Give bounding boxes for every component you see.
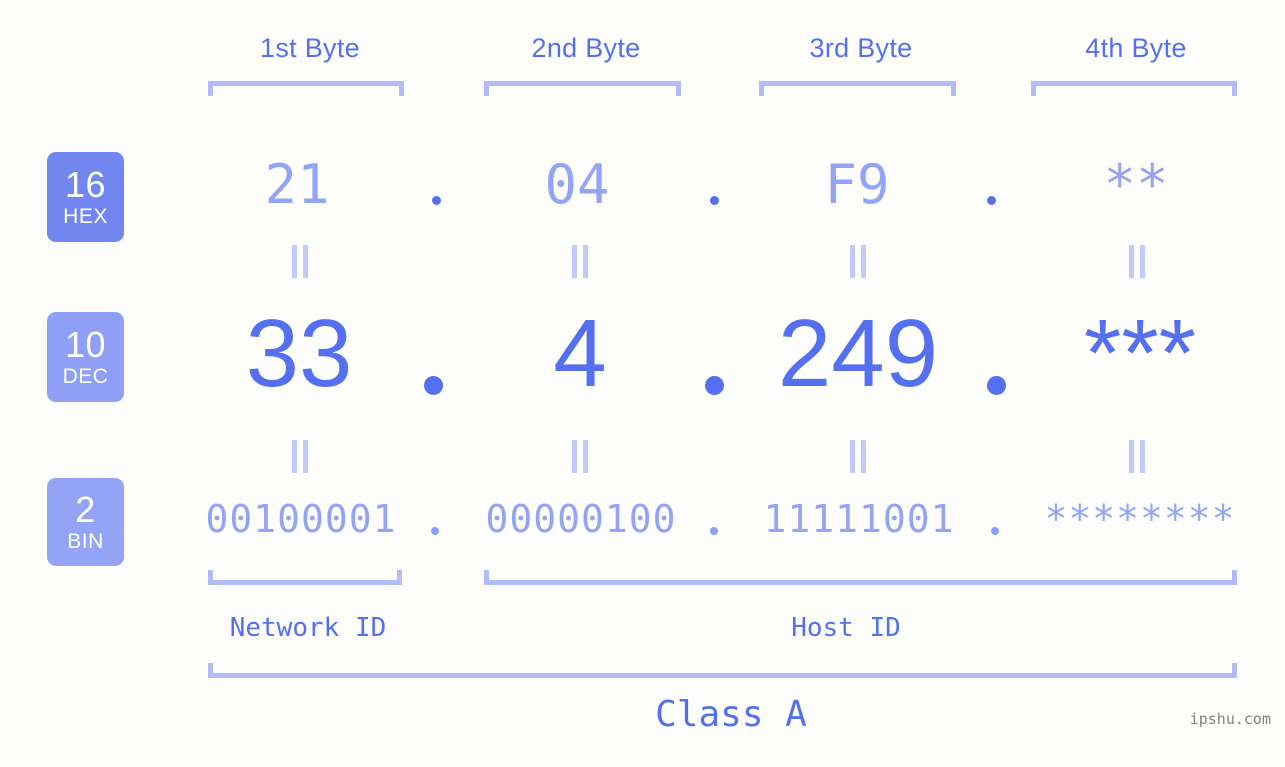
class-label: Class A	[655, 694, 807, 735]
byte-header-2: 2nd Byte	[531, 33, 641, 63]
base-badge-hex-name: HEX	[63, 205, 108, 228]
host-id-label: Host ID	[791, 613, 901, 643]
base-badge-hex-number: 16	[64, 164, 107, 205]
base-badge-bin-name: BIN	[67, 530, 104, 553]
base-badge-dec-number: 10	[64, 324, 107, 365]
equals-sign-dec-bin-4	[1127, 440, 1147, 473]
equals-sign-hex-dec-4	[1127, 245, 1147, 278]
bin-byte-4: ********	[1044, 497, 1236, 541]
bin-separator-dot-1	[431, 527, 439, 535]
network-id-bracket	[208, 570, 402, 585]
hex-byte-4: **	[1103, 153, 1169, 216]
dec-separator-dot-1	[424, 376, 443, 395]
byte-header-4: 4th Byte	[1085, 33, 1187, 63]
equals-sign-dec-bin-2	[570, 440, 590, 473]
byte-header-1: 1st Byte	[260, 33, 360, 63]
dec-byte-2: 4	[553, 300, 607, 407]
equals-sign-hex-dec-1	[290, 245, 310, 278]
byte-bracket-4	[1031, 81, 1237, 96]
dec-byte-1: 33	[245, 300, 353, 407]
byte-bracket-1	[208, 81, 404, 96]
bin-separator-dot-2	[710, 527, 718, 535]
hex-separator-dot-2	[710, 196, 719, 205]
site-watermark: ipshu.com	[1189, 710, 1271, 728]
base-badge-hex[interactable]: 16 HEX	[47, 152, 124, 242]
dec-byte-4: ***	[1083, 300, 1197, 407]
dec-separator-dot-3	[987, 376, 1006, 395]
host-id-bracket	[484, 570, 1237, 585]
hex-separator-dot-1	[432, 196, 441, 205]
dec-separator-dot-2	[705, 376, 724, 395]
base-badge-dec-name: DEC	[62, 365, 109, 388]
byte-bracket-2	[484, 81, 681, 96]
hex-byte-3: F9	[824, 153, 890, 216]
equals-sign-dec-bin-1	[290, 440, 310, 473]
bin-byte-1: 00100001	[205, 497, 397, 541]
bin-byte-3: 11111001	[763, 497, 955, 541]
hex-separator-dot-3	[987, 196, 996, 205]
byte-header-3: 3rd Byte	[809, 33, 913, 63]
equals-sign-hex-dec-2	[570, 245, 590, 278]
ip-address-breakdown-diagram: 1st Byte 2nd Byte 3rd Byte 4th Byte 16 H…	[0, 0, 1285, 767]
bin-byte-2: 00000100	[485, 497, 677, 541]
byte-bracket-3	[759, 81, 956, 96]
equals-sign-hex-dec-3	[848, 245, 868, 278]
base-badge-bin-number: 2	[75, 489, 96, 530]
bin-separator-dot-3	[991, 527, 999, 535]
dec-byte-3: 249	[777, 300, 939, 407]
network-id-label: Network ID	[229, 613, 387, 643]
equals-sign-dec-bin-3	[848, 440, 868, 473]
hex-byte-1: 21	[264, 153, 330, 216]
base-badge-bin[interactable]: 2 BIN	[47, 478, 124, 566]
hex-byte-2: 04	[544, 153, 610, 216]
class-bracket	[208, 663, 1237, 678]
base-badge-dec[interactable]: 10 DEC	[47, 312, 124, 402]
